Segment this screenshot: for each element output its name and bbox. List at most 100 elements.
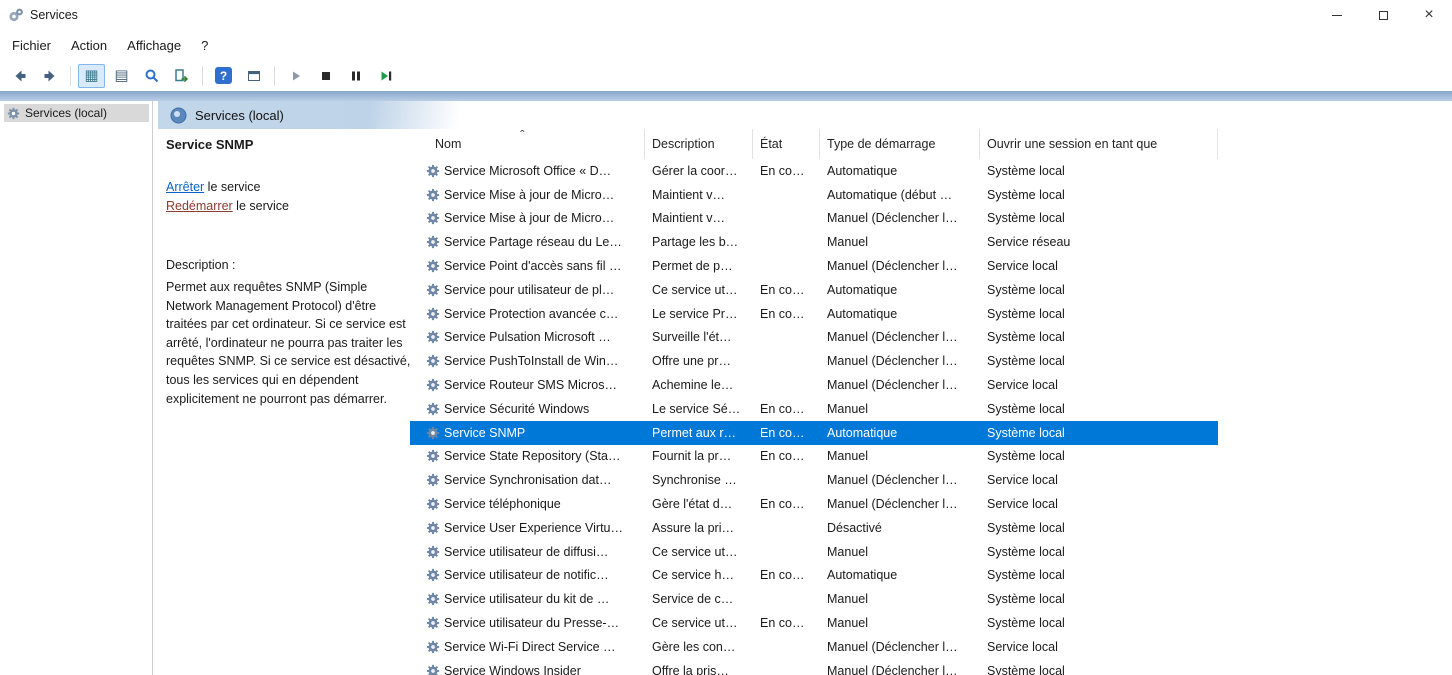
service-gear-icon bbox=[426, 545, 440, 559]
pane-top-strip bbox=[0, 91, 1452, 101]
table-row[interactable]: Service Microsoft Office « D…Gérer la co… bbox=[410, 159, 1218, 183]
cell-logon: Système local bbox=[980, 664, 1218, 675]
cell-desc: Partage les b… bbox=[645, 235, 753, 249]
restart-service-button[interactable] bbox=[372, 64, 399, 88]
cell-state: En co… bbox=[753, 426, 820, 440]
cell-name: Service Windows Insider bbox=[410, 664, 645, 675]
service-name: Service téléphonique bbox=[444, 497, 561, 511]
minimize-button[interactable] bbox=[1314, 0, 1360, 30]
cell-name: Service SNMP bbox=[410, 426, 645, 440]
column-header-type-demarrage[interactable]: Type de démarrage bbox=[820, 129, 980, 159]
table-row[interactable]: Service Mise à jour de Micro…Maintient v… bbox=[410, 183, 1218, 207]
table-row[interactable]: Service Wi-Fi Direct Service …Gère les c… bbox=[410, 635, 1218, 659]
cell-name: Service Routeur SMS Micros… bbox=[410, 378, 645, 392]
table-row[interactable]: Service Sécurité WindowsLe service Sé…En… bbox=[410, 397, 1218, 421]
table-row[interactable]: Service Windows InsiderOffre la pris…Man… bbox=[410, 659, 1218, 675]
cell-desc: Permet aux r… bbox=[645, 426, 753, 440]
table-row[interactable]: Service Mise à jour de Micro…Maintient v… bbox=[410, 207, 1218, 231]
cell-logon: Système local bbox=[980, 330, 1218, 344]
description-label: Description : bbox=[166, 258, 404, 272]
service-gear-icon bbox=[426, 211, 440, 225]
cell-startup: Automatique bbox=[820, 568, 980, 582]
cell-startup: Manuel (Déclencher l… bbox=[820, 497, 980, 511]
table-header: ˆ Nom Description État Type de démarrage… bbox=[410, 129, 1452, 159]
table-row[interactable]: Service Synchronisation dat…Synchronise … bbox=[410, 468, 1218, 492]
table-row[interactable]: Service SNMPPermet aux r…En co…Automatiq… bbox=[410, 421, 1218, 445]
column-header-session[interactable]: Ouvrir une session en tant que bbox=[980, 129, 1218, 159]
refresh-button[interactable] bbox=[138, 64, 165, 88]
table-row[interactable]: Service State Repository (Sta…Fournit la… bbox=[410, 445, 1218, 469]
service-gear-icon bbox=[426, 426, 440, 440]
table-row[interactable]: Service utilisateur de notific…Ce servic… bbox=[410, 564, 1218, 588]
tree-node-icon bbox=[7, 107, 20, 120]
table-row[interactable]: Service PushToInstall de Win…Offre une p… bbox=[410, 349, 1218, 373]
cell-desc: Ce service ut… bbox=[645, 283, 753, 297]
table-row[interactable]: Service utilisateur du Presse-…Ce servic… bbox=[410, 611, 1218, 635]
help-button[interactable]: ? bbox=[210, 64, 237, 88]
cell-state: En co… bbox=[753, 283, 820, 297]
start-icon bbox=[288, 68, 304, 84]
menu-help[interactable]: ? bbox=[191, 34, 218, 57]
service-name: Service Sécurité Windows bbox=[444, 402, 589, 416]
minimize-icon bbox=[1332, 15, 1342, 16]
extended-view-icon bbox=[246, 68, 262, 84]
column-header-etat[interactable]: État bbox=[753, 129, 820, 159]
extended-view-button[interactable] bbox=[240, 64, 267, 88]
properties-icon: ▤ bbox=[114, 68, 128, 83]
cell-desc: Le service Sé… bbox=[645, 402, 753, 416]
cell-logon: Service réseau bbox=[980, 235, 1218, 249]
service-list-pane: ˆ Nom Description État Type de démarrage… bbox=[410, 129, 1452, 675]
service-name: Service Synchronisation dat… bbox=[444, 473, 611, 487]
menu-affichage[interactable]: Affichage bbox=[117, 34, 191, 57]
service-gear-icon bbox=[426, 402, 440, 416]
cell-desc: Surveille l'ét… bbox=[645, 330, 753, 344]
cell-startup: Manuel bbox=[820, 616, 980, 630]
table-row[interactable]: Service User Experience Virtu…Assure la … bbox=[410, 516, 1218, 540]
start-service-button[interactable] bbox=[282, 64, 309, 88]
console-tree-panel: Services (local) bbox=[0, 101, 153, 675]
cell-name: Service Mise à jour de Micro… bbox=[410, 188, 645, 202]
show-console-tree-button[interactable]: ▦ bbox=[78, 64, 105, 88]
restart-service-link[interactable]: Redémarrer bbox=[166, 199, 233, 213]
toolbar-separator bbox=[70, 66, 71, 86]
table-row[interactable]: Service Pulsation Microsoft …Surveille l… bbox=[410, 326, 1218, 350]
table-row[interactable]: Service utilisateur du kit de …Service d… bbox=[410, 587, 1218, 611]
service-gear-icon bbox=[426, 640, 440, 654]
service-gear-icon bbox=[426, 307, 440, 321]
table-row[interactable]: Service Partage réseau du Le…Partage les… bbox=[410, 230, 1218, 254]
cell-logon: Système local bbox=[980, 402, 1218, 416]
stop-icon bbox=[318, 68, 334, 84]
column-header-nom[interactable]: Nom bbox=[410, 129, 645, 159]
column-header-description[interactable]: Description bbox=[645, 129, 753, 159]
table-row[interactable]: Service téléphoniqueGère l'état d…En co…… bbox=[410, 492, 1218, 516]
table-row[interactable]: Service Routeur SMS Micros…Achemine le…M… bbox=[410, 373, 1218, 397]
forward-button[interactable] bbox=[36, 64, 63, 88]
pause-service-button[interactable] bbox=[342, 64, 369, 88]
cell-logon: Service local bbox=[980, 259, 1218, 273]
pane-header-title: Services (local) bbox=[195, 108, 284, 123]
maximize-icon bbox=[1379, 11, 1388, 20]
stop-service-button[interactable] bbox=[312, 64, 339, 88]
maximize-button[interactable] bbox=[1360, 0, 1406, 30]
close-icon: × bbox=[1424, 7, 1433, 23]
cell-name: Service PushToInstall de Win… bbox=[410, 354, 645, 368]
stop-service-link[interactable]: Arrêter bbox=[166, 180, 204, 194]
cell-startup: Automatique (début … bbox=[820, 188, 980, 202]
cell-state: En co… bbox=[753, 307, 820, 321]
table-row[interactable]: Service Point d'accès sans fil …Permet d… bbox=[410, 254, 1218, 278]
cell-state: En co… bbox=[753, 449, 820, 463]
close-button[interactable]: × bbox=[1406, 0, 1452, 30]
tree-item-services-local[interactable]: Services (local) bbox=[4, 104, 149, 122]
table-row[interactable]: Service utilisateur de diffusi…Ce servic… bbox=[410, 540, 1218, 564]
properties-button[interactable]: ▤ bbox=[108, 64, 135, 88]
cell-name: Service pour utilisateur de pl… bbox=[410, 283, 645, 297]
cell-startup: Manuel bbox=[820, 545, 980, 559]
export-list-button[interactable] bbox=[168, 64, 195, 88]
table-row[interactable]: Service Protection avancée c…Le service … bbox=[410, 302, 1218, 326]
tree-node-label: Services (local) bbox=[25, 106, 107, 120]
menu-action[interactable]: Action bbox=[61, 34, 117, 57]
back-button[interactable] bbox=[6, 64, 33, 88]
menu-fichier[interactable]: Fichier bbox=[2, 34, 61, 57]
table-row[interactable]: Service pour utilisateur de pl…Ce servic… bbox=[410, 278, 1218, 302]
service-gear-icon bbox=[426, 354, 440, 368]
